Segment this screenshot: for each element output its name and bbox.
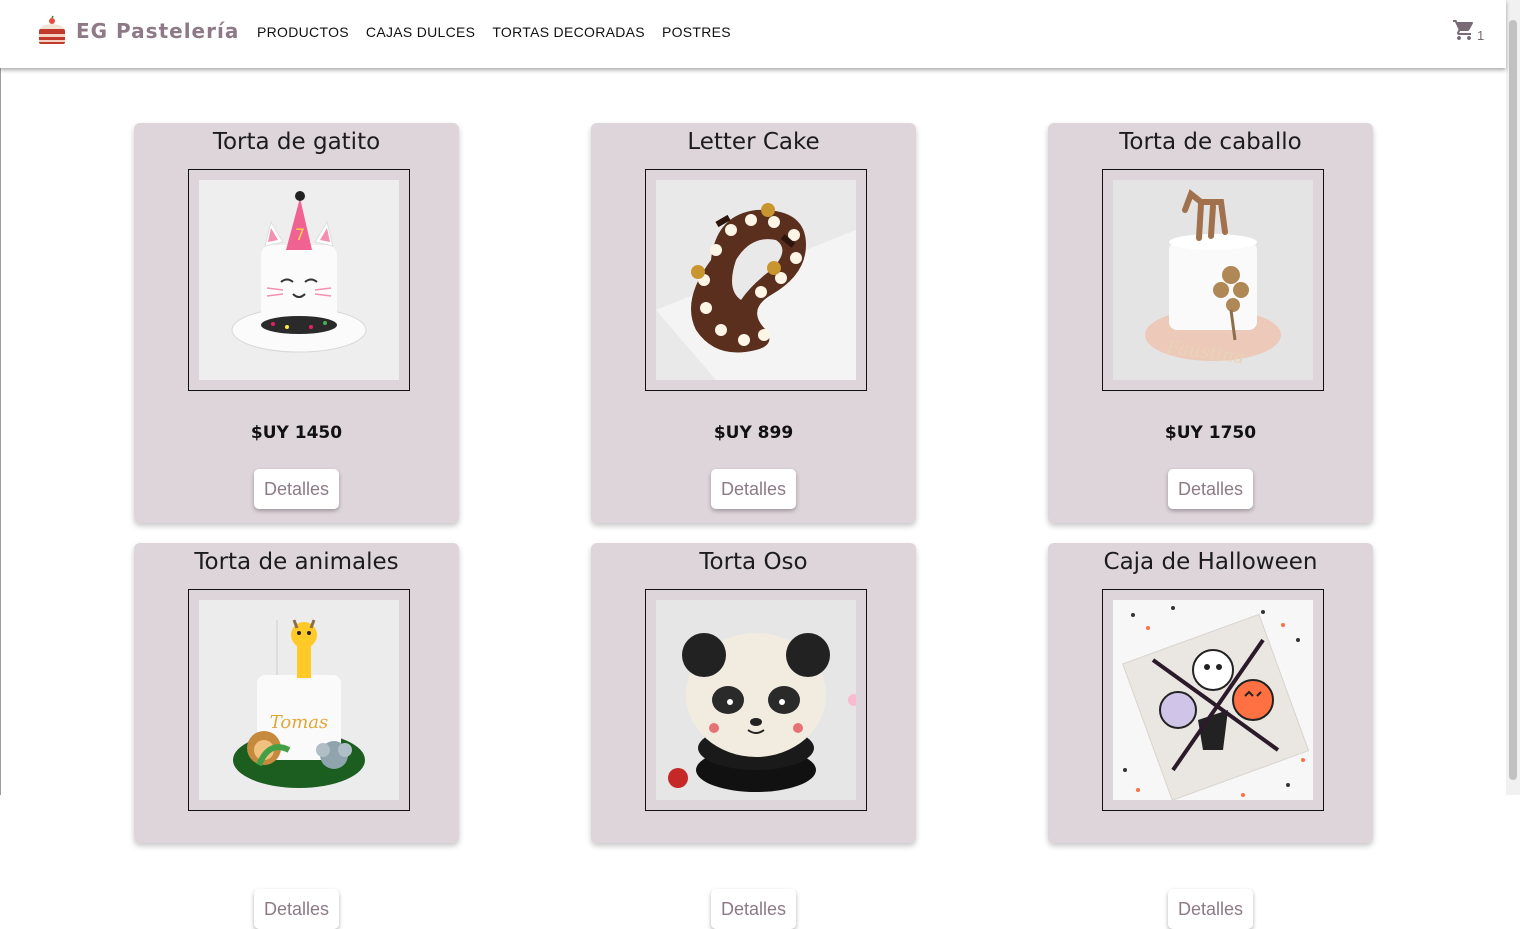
nav-productos[interactable]: PRODUCTOS [257, 24, 349, 40]
details-button[interactable]: Detalles [254, 889, 339, 929]
product-title: Torta de caballo [1119, 129, 1302, 155]
details-button[interactable]: Detalles [1168, 469, 1253, 509]
svg-text:7: 7 [295, 225, 305, 244]
main-nav: PRODUCTOS CAJAS DULCES TORTAS DECORADAS … [257, 24, 748, 40]
details-button[interactable]: Detalles [1168, 889, 1253, 929]
product-image-frame: Tomas [188, 589, 410, 811]
product-image[interactable] [656, 180, 856, 380]
product-price: $UY 899 [713, 423, 794, 443]
nav-cajas-dulces[interactable]: CAJAS DULCES [366, 24, 475, 40]
details-button[interactable]: Detalles [254, 469, 339, 509]
product-title: Caja de Halloween [1103, 549, 1318, 575]
product-image[interactable] [656, 600, 856, 800]
product-image[interactable]: 7 [199, 180, 399, 380]
window-edge [0, 0, 1, 795]
product-image-frame [645, 589, 867, 811]
cart-button[interactable]: 1 [1452, 18, 1492, 46]
product-title: Torta Oso [699, 549, 808, 575]
product-card: Caja de Halloween Detalles [1048, 543, 1373, 929]
details-button[interactable]: Detalles [711, 889, 796, 929]
product-image-frame [1102, 589, 1324, 811]
brand[interactable]: EG Pastelería [36, 14, 239, 48]
shopping-cart-icon [1453, 20, 1474, 40]
nav-tortas-decoradas[interactable]: TORTAS DECORADAS [492, 24, 645, 40]
nav-postres[interactable]: POSTRES [662, 24, 731, 40]
cake-icon [39, 15, 65, 44]
product-image[interactable]: Tomas [199, 600, 399, 800]
svg-text:Tomas: Tomas [270, 712, 328, 733]
brand-name: EG Pastelería [76, 19, 240, 43]
details-button[interactable]: Detalles [711, 469, 796, 509]
product-title: Torta de animales [194, 549, 399, 575]
product-image[interactable] [1113, 600, 1313, 800]
product-image[interactable]: Faustina [1113, 180, 1313, 380]
product-card: Letter Cake $UY 899 Detalles [591, 123, 916, 523]
product-price: $UY 1750 [1164, 423, 1257, 443]
product-image-frame: Faustina [1102, 169, 1324, 391]
product-title: Letter Cake [687, 129, 820, 155]
product-title: Torta de gatito [212, 129, 381, 155]
scrollbar-thumb[interactable] [1509, 20, 1517, 780]
product-card: Torta Oso Detalles [591, 543, 916, 929]
product-price: $UY 1450 [250, 423, 343, 443]
product-card: Torta de animales Tomas Detalles [134, 543, 459, 929]
product-card: Torta de gatito 7 $UY 1450 Detalles [134, 123, 459, 523]
product-image-frame: 7 [188, 169, 410, 391]
product-image-frame [645, 169, 867, 391]
scrollbar[interactable] [1506, 0, 1520, 795]
top-navbar: EG Pastelería PRODUCTOS CAJAS DULCES TOR… [0, 0, 1506, 68]
cart-count: 1 [1477, 28, 1485, 43]
product-card: Torta de caballo Faustina $UY 1750 Detal… [1048, 123, 1373, 523]
